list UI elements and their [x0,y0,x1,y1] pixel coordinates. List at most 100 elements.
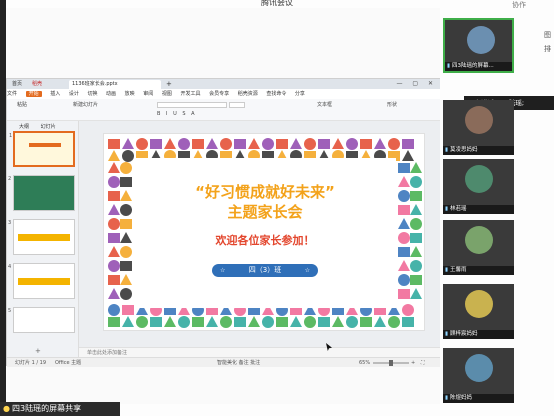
paste-button[interactable]: 粘贴 [17,101,27,108]
decoration-shape [234,317,246,327]
menu-view[interactable]: 视图 [162,91,172,97]
format-buttons[interactable]: B I U S A [157,111,197,117]
mic-icon: ▮ [445,395,449,401]
sidebar-tabs: 大纲 幻灯片 [19,123,66,130]
slide-thumb-4[interactable]: 4 [8,263,75,299]
new-tab-button[interactable]: + [163,80,175,89]
thumb-title [29,143,61,147]
menu-search[interactable]: 查找命令 [266,91,286,97]
decoration-shape [220,316,232,328]
decoration-shape [120,261,132,271]
participant-tile[interactable]: ▮ 顾梓宸妈妈 [443,284,514,339]
decoration-shape [108,191,120,201]
notes-field[interactable]: 单击此处添加备注 [79,347,441,357]
participant-tile[interactable]: ▮ 陈煜妈妈 [443,348,514,403]
status-bar: 幻灯片 1 / 19 Office 主题 智能美化 备注 批注 65% + ⛶ [7,357,441,367]
menu-start[interactable]: 开始 [25,91,42,97]
thumb-band [18,234,70,241]
menu-member[interactable]: 会员专享 [209,91,229,97]
status-tools[interactable]: 智能美化 备注 批注 [217,358,260,368]
new-slide-button[interactable]: 新建幻灯片 [73,101,98,108]
decoration-shape [108,260,120,272]
fit-window-icon[interactable]: ⛶ [421,358,425,368]
tab-docer[interactable]: 稻壳 [29,80,46,89]
decoration-shape [108,233,120,243]
participant-avatar [465,106,493,134]
decoration-shape [276,317,288,327]
mic-icon: ▮ [445,267,449,273]
font-family-select[interactable] [157,102,227,108]
shape-button[interactable]: 形状 [387,101,397,108]
menu-dev[interactable]: 开发工具 [180,91,200,97]
zoom-in-button[interactable]: + [411,358,415,368]
participant-avatar [465,290,493,318]
thumb-number: 1 [9,133,13,139]
tab-slides[interactable]: 幻灯片 [41,124,56,130]
decoration-shape [360,317,372,327]
zoom-slider[interactable] [373,360,409,366]
decoration-shape [398,205,410,215]
tab-document[interactable]: 1136班家长会.pptx [69,80,161,89]
tab-home[interactable]: 首页 [9,80,26,89]
decoration-shape [304,138,316,150]
decoration-shape [276,139,288,149]
decoration-shape [398,274,410,286]
current-slide[interactable]: “好习惯成就好未来” 主题家长会 欢迎各位家长参加！ ☆ 四（3）班 ☆ [103,133,425,331]
participant-panel: ▮四3陆瑶的屏幕... 正在讲话: 四3陆瑶; ▮莫凌思妈妈 ▮林若瑶 ▮王馨雨… [440,8,554,416]
share-label-bar: ● 四3陆瑶的屏幕共享 [0,402,120,416]
decoration-shape [120,246,132,258]
zoom-knob[interactable] [389,360,393,366]
class-pill: ☆ 四（3）班 ☆ [212,264,318,277]
tab-outline[interactable]: 大纲 [19,124,29,130]
participant-tile[interactable]: ▮ 林若瑶 [443,159,514,214]
wps-tabbar: 首页 稻壳 1136班家长会.pptx + — ▢ ✕ [7,79,441,89]
menu-insert[interactable]: 插入 [50,91,60,97]
participant-tile[interactable]: ▮ 四3陆瑶的屏幕... [443,18,514,73]
slide-thumb-2[interactable]: 2 [8,175,75,211]
menu-design[interactable]: 设计 [69,91,79,97]
participant-name: 顾梓宸妈妈 [450,331,478,337]
menu-slideshow[interactable]: 放映 [125,91,135,97]
slide-thumb-1[interactable]: 1 [9,131,75,167]
add-slide-button[interactable]: + [35,347,41,355]
screen-share-area: 首页 稻壳 1136班家长会.pptx + — ▢ ✕ 文件 开始 插入 设计 … [6,8,441,404]
window-controls[interactable]: — ▢ ✕ [396,80,437,87]
decoration-shape [398,247,410,257]
decoration-shape [178,138,190,150]
menu-share[interactable]: 分享 [295,91,305,97]
participant-name-bar: ▮ 王馨雨 [443,266,514,275]
decoration-shape [402,317,414,327]
wps-ribbon: 粘贴 新建幻灯片 B I U S A 文本框 形状 [7,99,441,121]
side-button-image[interactable]: 图 [544,30,551,40]
decoration-shape [220,138,232,150]
wps-window: 首页 稻壳 1136班家长会.pptx + — ▢ ✕ 文件 开始 插入 设计 … [6,78,441,367]
mic-icon: ▮ [445,331,449,337]
textbox-button[interactable]: 文本框 [317,101,332,108]
participant-tile[interactable]: ▮ 莫凌思妈妈 [443,100,514,155]
slide-content: “好习惯成就好未来” 主题家长会 欢迎各位家长参加！ ☆ 四（3）班 ☆ [134,158,396,308]
menu-animation[interactable]: 动画 [106,91,116,97]
slide-thumb-5[interactable]: 5 [8,307,75,333]
decoration-shape [318,139,330,149]
meeting-window: 腾讯会议 协作 首页 稻壳 1136班家长会.pptx + — ▢ ✕ 文件 开… [0,0,554,416]
slide-title-line1: “好习惯成就好未来” [195,183,335,201]
menu-file[interactable]: 文件 [7,91,17,97]
decoration-shape [410,176,422,188]
side-button-sort[interactable]: 排 [544,44,551,54]
menu-resource[interactable]: 稻壳资源 [238,91,258,97]
participant-name-bar: ▮ 林若瑶 [443,205,514,214]
decoration-shape [304,316,316,328]
font-size-select[interactable] [229,102,245,108]
decoration-shape [108,218,120,230]
decoration-shape [108,176,120,188]
menu-transition[interactable]: 切换 [87,91,97,97]
decoration-shape [108,317,120,327]
participant-avatar [467,26,495,54]
thumb-number: 4 [8,264,12,270]
slide-thumb-3[interactable]: 3 [8,219,75,255]
menu-review[interactable]: 审阅 [143,91,153,97]
participant-tile[interactable]: ▮ 王馨雨 [443,220,514,275]
slide-title-line2: 主题家长会 [227,203,303,221]
participant-name-bar: ▮ 莫凌思妈妈 [443,146,514,155]
mic-icon: ▮ [445,147,449,153]
